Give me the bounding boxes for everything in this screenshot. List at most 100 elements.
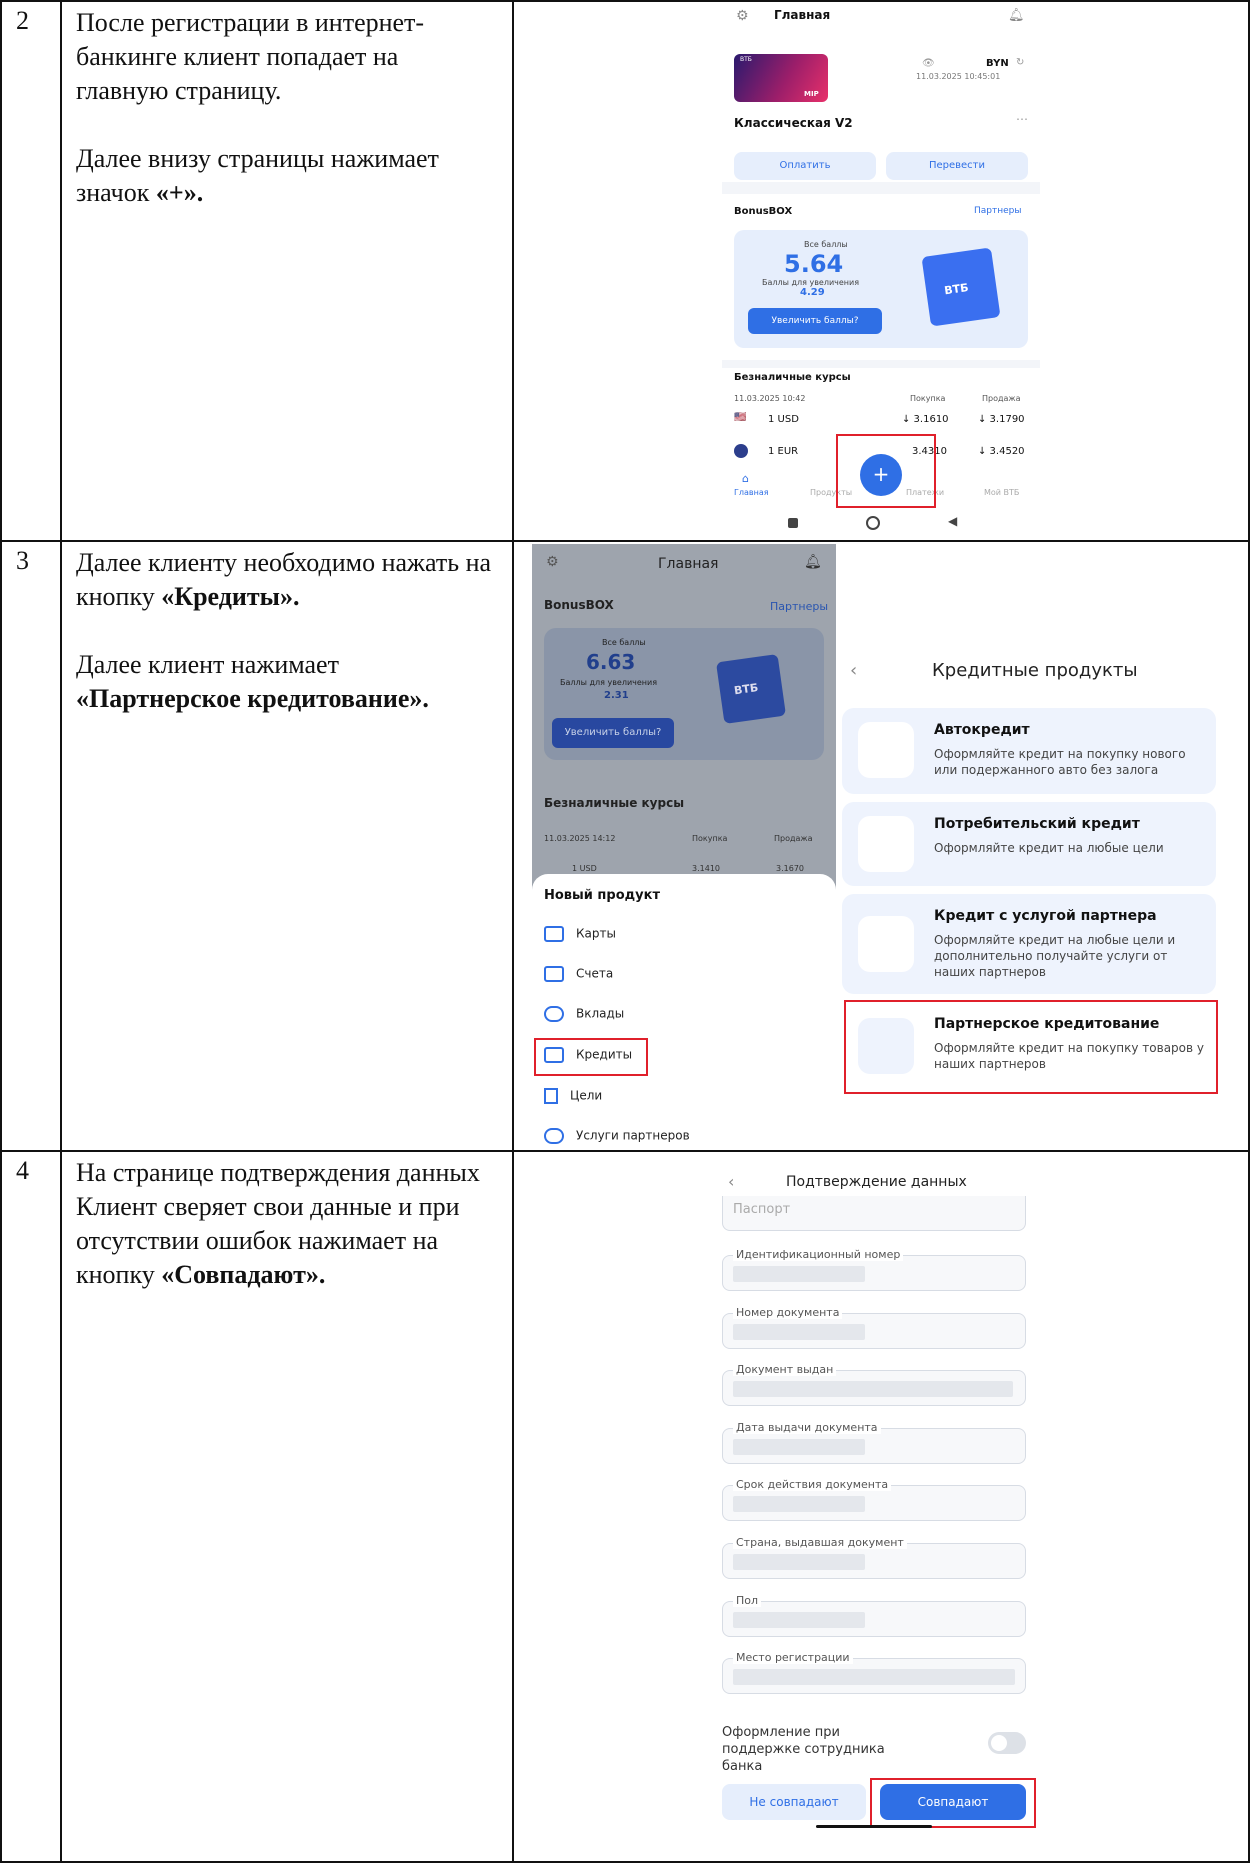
cash-register-icon: [858, 816, 914, 872]
back-chevron-icon[interactable]: ‹: [850, 660, 857, 681]
menu-item-goals[interactable]: Цели: [544, 1088, 602, 1104]
field-label: Номер документа: [733, 1306, 843, 1319]
gender-field[interactable]: Пол: [722, 1594, 1026, 1637]
credit-item-partner-service[interactable]: Кредит с услугой партнера Оформляйте кре…: [842, 894, 1216, 994]
percent-document-icon: [858, 916, 914, 972]
partners-link[interactable]: Партнеры: [770, 600, 828, 613]
home-system-icon[interactable]: [866, 516, 880, 530]
credit-item-title: Автокредит: [934, 722, 1030, 738]
highlight-plus: [836, 434, 936, 508]
sell-header: Продажа: [982, 394, 1021, 403]
passport-field[interactable]: Паспорт: [722, 1196, 1026, 1231]
flag-icon: [544, 1088, 558, 1104]
redacted-value: [733, 1324, 865, 1340]
menu-item-accounts[interactable]: Счета: [544, 966, 613, 982]
field-label: Идентификационный номер: [733, 1248, 904, 1261]
step-number: 4: [16, 1156, 29, 1185]
field-label: Срок действия документа: [733, 1478, 892, 1491]
transfer-button[interactable]: Перевести: [886, 152, 1028, 180]
page-title: Главная: [774, 8, 831, 22]
increase-points-button[interactable]: Увеличить баллы?: [552, 718, 674, 748]
issue-date-field[interactable]: Дата выдачи документа: [722, 1421, 1026, 1464]
card-name: Классическая V2: [734, 116, 853, 130]
bonus-title: BonusBOX: [734, 206, 793, 217]
mismatch-button[interactable]: Не совпадают: [722, 1784, 866, 1820]
menu-item-partner-services[interactable]: Услуги партнеров: [544, 1128, 690, 1144]
card-bank-label: ВТБ: [740, 56, 752, 63]
eu-flag-icon: [734, 444, 748, 458]
credit-item-auto[interactable]: Автокредит Оформляйте кредит на покупку …: [842, 708, 1216, 794]
step-number: 2: [16, 6, 29, 35]
back-chevron-icon[interactable]: ‹: [728, 1172, 734, 1191]
card-icon: [544, 926, 564, 942]
page-title: Главная: [658, 556, 719, 572]
redacted-value: [733, 1612, 865, 1628]
bank-card-image[interactable]: ВТБ МІР: [734, 54, 828, 102]
menu-item-cards[interactable]: Карты: [544, 926, 616, 942]
step-number: 3: [16, 546, 29, 575]
timestamp: 11.03.2025 10:45:01: [916, 72, 1001, 81]
menu-item-deposits[interactable]: Вклады: [544, 1006, 624, 1022]
increase-label: Баллы для увеличения: [560, 678, 658, 687]
redacted-value: [733, 1554, 865, 1570]
gift-box-image: ВТБ: [921, 247, 1001, 327]
bonus-card: Все баллы 5.64 Баллы для увеличения 4.29…: [734, 230, 1028, 348]
gear-icon[interactable]: ⚙: [736, 8, 749, 24]
buy-header: Покупка: [910, 394, 946, 403]
field-label: Страна, выдавшая документ: [733, 1536, 907, 1549]
redacted-value: [733, 1496, 865, 1512]
all-points-value: 5.64: [784, 250, 844, 278]
rate-currency: 1 USD: [572, 864, 597, 873]
rate-sell: 3.1670: [776, 864, 804, 873]
us-flag-icon: 🇺🇸: [734, 412, 747, 423]
redacted-value: [733, 1381, 1013, 1397]
credit-item-title: Кредит с услугой партнера: [934, 908, 1157, 924]
rate-sell: ↓ 3.4520: [978, 446, 1025, 457]
credit-item-consumer[interactable]: Потребительский кредит Оформляйте кредит…: [842, 802, 1216, 886]
buy-header: Покупка: [692, 834, 728, 843]
home-icon: ⌂: [742, 472, 749, 485]
partners-link-label: Партнеры: [974, 206, 1022, 216]
id-number-field[interactable]: Идентификационный номер: [722, 1248, 1026, 1291]
nav-item-my-vtb[interactable]: Мой ВТБ: [984, 488, 1019, 497]
bell-icon[interactable]: 🔔︎: [804, 554, 822, 570]
gift-box-label: ВТБ: [943, 281, 970, 298]
increase-value: 4.29: [800, 287, 825, 298]
rates-date: 11.03.2025 14:12: [544, 834, 616, 843]
rates-title: Безналичные курсы: [544, 796, 685, 810]
menu-label: Вклады: [576, 1006, 625, 1021]
expiry-date-field[interactable]: Срок действия документа: [722, 1478, 1026, 1521]
redacted-value: [733, 1669, 1015, 1685]
issuing-country-field[interactable]: Страна, выдавшая документ: [722, 1536, 1026, 1579]
back-icon[interactable]: ◀: [948, 514, 957, 528]
credit-item-desc: Оформляйте кредит на любые цели и дополн…: [934, 933, 1176, 979]
field-label: Место регистрации: [733, 1651, 853, 1664]
car-icon: [858, 722, 914, 778]
recent-apps-icon[interactable]: [788, 518, 798, 528]
bell-icon[interactable]: 🔔︎: [1008, 8, 1025, 23]
credit-item-title: Потребительский кредит: [934, 816, 1140, 832]
bonus-card: Все баллы 6.63 Баллы для увеличения 2.31…: [544, 628, 824, 760]
rate-sell: ↓ 3.1790: [978, 414, 1025, 425]
support-toggle[interactable]: [988, 1732, 1026, 1754]
gesture-bar: [816, 1825, 932, 1828]
menu-label: Цели: [570, 1088, 603, 1103]
increase-points-button[interactable]: Увеличить баллы?: [748, 308, 882, 334]
shield-icon: [544, 1128, 564, 1144]
gear-icon[interactable]: ⚙: [546, 554, 559, 570]
nav-item-home[interactable]: Главная: [734, 488, 769, 497]
more-icon[interactable]: ⋯: [1016, 112, 1028, 126]
registration-place-field[interactable]: Место регистрации: [722, 1651, 1026, 1694]
refresh-icon[interactable]: ↻: [1016, 57, 1024, 68]
desc-bold: «Кредиты».: [161, 582, 300, 611]
all-points-label: Все баллы: [804, 240, 848, 249]
partners-link[interactable]: Партнеры: [974, 206, 1021, 216]
document-issuer-field[interactable]: Документ выдан: [722, 1363, 1026, 1406]
desc-bold: «Партнерское кредитование».: [76, 684, 429, 713]
field-label: Дата выдачи документа: [733, 1421, 881, 1434]
document-number-field[interactable]: Номер документа: [722, 1306, 1026, 1349]
eye-icon[interactable]: 👁︎: [922, 58, 935, 69]
pay-button[interactable]: Оплатить: [734, 152, 876, 180]
field-label: Документ выдан: [733, 1363, 837, 1376]
passport-label: Паспорт: [733, 1202, 791, 1217]
